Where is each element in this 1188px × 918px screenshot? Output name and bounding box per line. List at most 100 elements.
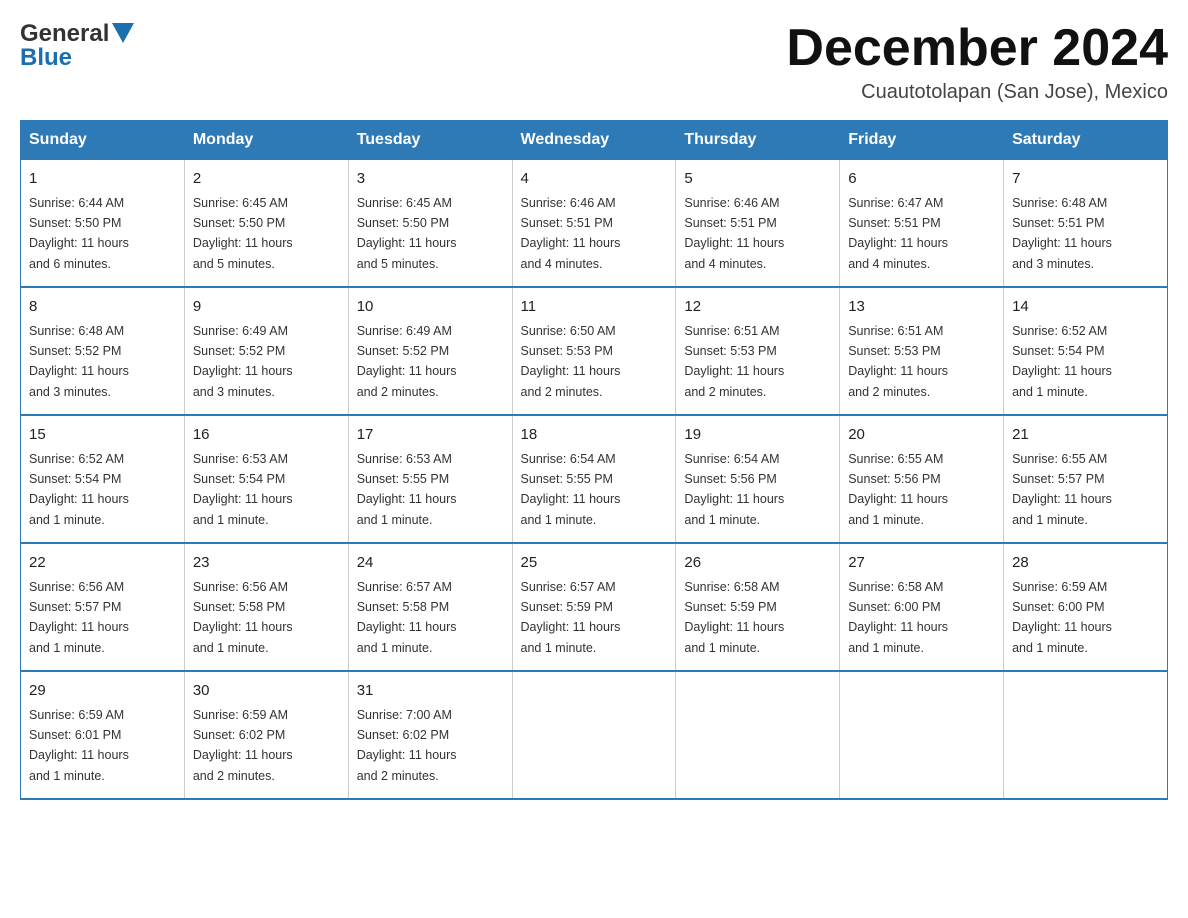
day-number: 24 [357, 552, 504, 575]
day-info: Sunrise: 6:56 AMSunset: 5:58 PMDaylight:… [193, 580, 293, 655]
day-info: Sunrise: 6:59 AMSunset: 6:00 PMDaylight:… [1012, 580, 1112, 655]
day-number: 2 [193, 168, 340, 191]
week-row-2: 8 Sunrise: 6:48 AMSunset: 5:52 PMDaylight… [21, 287, 1168, 415]
month-year-title: December 2024 [786, 20, 1168, 77]
day-number: 13 [848, 296, 995, 319]
header-cell-tuesday: Tuesday [348, 121, 512, 160]
calendar-table: SundayMondayTuesdayWednesdayThursdayFrid… [20, 120, 1168, 800]
day-info: Sunrise: 6:49 AMSunset: 5:52 PMDaylight:… [193, 324, 293, 399]
header-row: SundayMondayTuesdayWednesdayThursdayFrid… [21, 121, 1168, 160]
logo-triangle-icon [112, 23, 134, 48]
day-cell: 14 Sunrise: 6:52 AMSunset: 5:54 PMDayligh… [1004, 287, 1168, 415]
day-info: Sunrise: 6:56 AMSunset: 5:57 PMDaylight:… [29, 580, 129, 655]
header-cell-thursday: Thursday [676, 121, 840, 160]
day-cell: 27 Sunrise: 6:58 AMSunset: 6:00 PMDayligh… [840, 543, 1004, 671]
day-number: 16 [193, 424, 340, 447]
week-row-1: 1 Sunrise: 6:44 AMSunset: 5:50 PMDaylight… [21, 160, 1168, 288]
day-number: 18 [521, 424, 668, 447]
day-info: Sunrise: 6:53 AMSunset: 5:55 PMDaylight:… [357, 452, 457, 527]
day-number: 5 [684, 168, 831, 191]
day-info: Sunrise: 6:51 AMSunset: 5:53 PMDaylight:… [684, 324, 784, 399]
day-number: 9 [193, 296, 340, 319]
day-info: Sunrise: 6:55 AMSunset: 5:56 PMDaylight:… [848, 452, 948, 527]
day-info: Sunrise: 6:47 AMSunset: 5:51 PMDaylight:… [848, 196, 948, 271]
day-info: Sunrise: 6:58 AMSunset: 6:00 PMDaylight:… [848, 580, 948, 655]
day-cell: 9 Sunrise: 6:49 AMSunset: 5:52 PMDaylight… [184, 287, 348, 415]
day-number: 26 [684, 552, 831, 575]
day-number: 15 [29, 424, 176, 447]
day-info: Sunrise: 6:52 AMSunset: 5:54 PMDaylight:… [29, 452, 129, 527]
day-number: 14 [1012, 296, 1159, 319]
day-info: Sunrise: 6:48 AMSunset: 5:51 PMDaylight:… [1012, 196, 1112, 271]
day-number: 29 [29, 680, 176, 703]
day-number: 28 [1012, 552, 1159, 575]
day-cell: 26 Sunrise: 6:58 AMSunset: 5:59 PMDayligh… [676, 543, 840, 671]
day-number: 23 [193, 552, 340, 575]
header-cell-friday: Friday [840, 121, 1004, 160]
day-info: Sunrise: 6:58 AMSunset: 5:59 PMDaylight:… [684, 580, 784, 655]
day-number: 22 [29, 552, 176, 575]
week-row-4: 22 Sunrise: 6:56 AMSunset: 5:57 PMDayligh… [21, 543, 1168, 671]
day-info: Sunrise: 6:48 AMSunset: 5:52 PMDaylight:… [29, 324, 129, 399]
day-cell [676, 671, 840, 799]
week-row-3: 15 Sunrise: 6:52 AMSunset: 5:54 PMDayligh… [21, 415, 1168, 543]
day-info: Sunrise: 6:59 AMSunset: 6:02 PMDaylight:… [193, 708, 293, 783]
day-number: 20 [848, 424, 995, 447]
day-cell [512, 671, 676, 799]
day-number: 7 [1012, 168, 1159, 191]
day-cell: 16 Sunrise: 6:53 AMSunset: 5:54 PMDayligh… [184, 415, 348, 543]
day-info: Sunrise: 6:59 AMSunset: 6:01 PMDaylight:… [29, 708, 129, 783]
day-number: 27 [848, 552, 995, 575]
day-cell: 6 Sunrise: 6:47 AMSunset: 5:51 PMDaylight… [840, 160, 1004, 288]
logo-blue: Blue [20, 44, 72, 72]
day-cell: 31Sunrise: 7:00 AMSunset: 6:02 PMDayligh… [348, 671, 512, 799]
day-cell: 8 Sunrise: 6:48 AMSunset: 5:52 PMDaylight… [21, 287, 185, 415]
day-info: Sunrise: 6:53 AMSunset: 5:54 PMDaylight:… [193, 452, 293, 527]
day-number: 3 [357, 168, 504, 191]
day-number: 30 [193, 680, 340, 703]
header-cell-sunday: Sunday [21, 121, 185, 160]
day-number: 8 [29, 296, 176, 319]
day-info: Sunrise: 6:45 AMSunset: 5:50 PMDaylight:… [193, 196, 293, 271]
day-info: Sunrise: 6:57 AMSunset: 5:58 PMDaylight:… [357, 580, 457, 655]
day-cell: 13Sunrise: 6:51 AMSunset: 5:53 PMDayligh… [840, 287, 1004, 415]
day-cell [1004, 671, 1168, 799]
day-cell: 10Sunrise: 6:49 AMSunset: 5:52 PMDayligh… [348, 287, 512, 415]
day-cell: 7 Sunrise: 6:48 AMSunset: 5:51 PMDaylight… [1004, 160, 1168, 288]
day-number: 31 [357, 680, 504, 703]
location-subtitle: Cuautotolapan (San Jose), Mexico [786, 81, 1168, 104]
day-cell: 22 Sunrise: 6:56 AMSunset: 5:57 PMDayligh… [21, 543, 185, 671]
day-info: Sunrise: 6:50 AMSunset: 5:53 PMDaylight:… [521, 324, 621, 399]
day-cell: 25Sunrise: 6:57 AMSunset: 5:59 PMDayligh… [512, 543, 676, 671]
day-info: Sunrise: 6:45 AMSunset: 5:50 PMDaylight:… [357, 196, 457, 271]
header-cell-wednesday: Wednesday [512, 121, 676, 160]
day-number: 1 [29, 168, 176, 191]
day-info: Sunrise: 6:54 AMSunset: 5:56 PMDaylight:… [684, 452, 784, 527]
day-cell: 3 Sunrise: 6:45 AMSunset: 5:50 PMDaylight… [348, 160, 512, 288]
header-cell-saturday: Saturday [1004, 121, 1168, 160]
title-block: December 2024 Cuautotolapan (San Jose), … [786, 20, 1168, 104]
day-cell: 28 Sunrise: 6:59 AMSunset: 6:00 PMDayligh… [1004, 543, 1168, 671]
day-cell: 15 Sunrise: 6:52 AMSunset: 5:54 PMDayligh… [21, 415, 185, 543]
day-number: 19 [684, 424, 831, 447]
day-info: Sunrise: 6:46 AMSunset: 5:51 PMDaylight:… [521, 196, 621, 271]
day-number: 17 [357, 424, 504, 447]
day-cell: 21Sunrise: 6:55 AMSunset: 5:57 PMDayligh… [1004, 415, 1168, 543]
day-number: 10 [357, 296, 504, 319]
day-info: Sunrise: 6:52 AMSunset: 5:54 PMDaylight:… [1012, 324, 1112, 399]
day-cell: 30 Sunrise: 6:59 AMSunset: 6:02 PMDayligh… [184, 671, 348, 799]
day-number: 11 [521, 296, 668, 319]
day-cell: 23 Sunrise: 6:56 AMSunset: 5:58 PMDayligh… [184, 543, 348, 671]
day-cell: 1 Sunrise: 6:44 AMSunset: 5:50 PMDaylight… [21, 160, 185, 288]
day-cell: 11 Sunrise: 6:50 AMSunset: 5:53 PMDayligh… [512, 287, 676, 415]
day-cell: 2 Sunrise: 6:45 AMSunset: 5:50 PMDaylight… [184, 160, 348, 288]
day-cell: 17 Sunrise: 6:53 AMSunset: 5:55 PMDayligh… [348, 415, 512, 543]
day-cell: 24 Sunrise: 6:57 AMSunset: 5:58 PMDayligh… [348, 543, 512, 671]
day-cell: 20 Sunrise: 6:55 AMSunset: 5:56 PMDayligh… [840, 415, 1004, 543]
day-number: 6 [848, 168, 995, 191]
day-cell: 29 Sunrise: 6:59 AMSunset: 6:01 PMDayligh… [21, 671, 185, 799]
page-header: General Blue December 2024 Cuautotolapan… [20, 20, 1168, 104]
day-number: 21 [1012, 424, 1159, 447]
day-info: Sunrise: 6:54 AMSunset: 5:55 PMDaylight:… [521, 452, 621, 527]
day-info: Sunrise: 6:44 AMSunset: 5:50 PMDaylight:… [29, 196, 129, 271]
